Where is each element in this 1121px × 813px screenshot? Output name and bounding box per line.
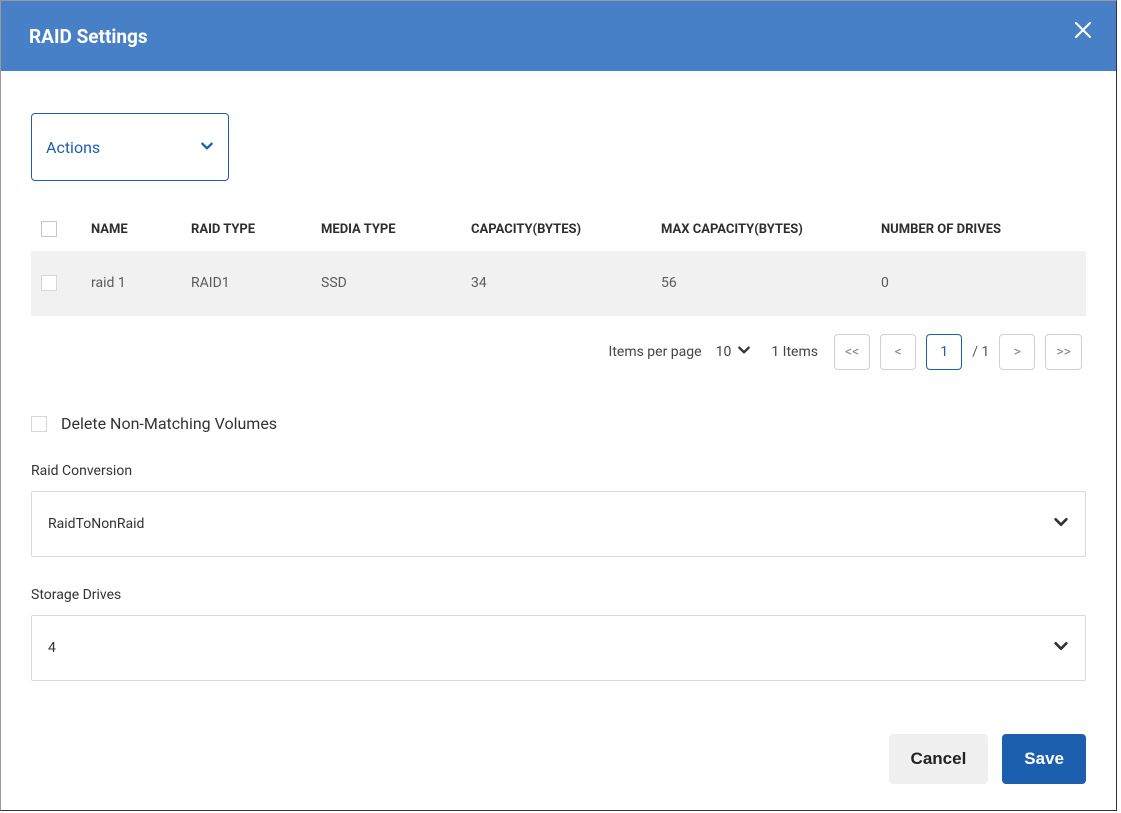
row-checkbox[interactable] [41,275,57,291]
cell-max-capacity: 56 [651,251,871,315]
options-section: Delete Non-Matching Volumes Raid Convers… [31,414,1086,681]
modal-title: RAID Settings [29,25,148,48]
col-max-capacity: MAX CAPACITY(BYTES) [651,207,871,251]
raid-conversion-label: Raid Conversion [31,463,1086,479]
pagination: Items per page 10 1 Items << < 1 / 1 > >… [31,315,1086,370]
page-total: / 1 [972,344,989,360]
col-num-drives: NUMBER OF DRIVES [871,207,1086,251]
delete-non-matching-label: Delete Non-Matching Volumes [61,414,277,433]
raid-conversion-select[interactable]: RaidToNonRaid [31,491,1086,557]
delete-non-matching-checkbox[interactable] [31,416,47,432]
page-next-button[interactable]: > [999,334,1035,370]
col-name: NAME [81,207,181,251]
chevron-down-icon [1053,638,1069,658]
items-per-page-label: Items per page [609,344,702,360]
raid-settings-modal: RAID Settings Actions NA [0,0,1117,811]
select-all-checkbox[interactable] [41,221,57,237]
items-count: 1 Items [771,344,818,360]
cell-capacity: 34 [461,251,651,315]
modal-footer: Cancel Save [889,734,1086,784]
page-current-input[interactable]: 1 [926,334,962,370]
storage-drives-label: Storage Drives [31,587,1086,603]
raid-conversion-value: RaidToNonRaid [48,516,144,532]
storage-drives-select[interactable]: 4 [31,615,1086,681]
items-per-page-select[interactable]: 10 [716,343,752,361]
storage-drives-value: 4 [48,640,56,656]
raid-table: NAME RAID TYPE MEDIA TYPE CAPACITY(BYTES… [31,207,1086,315]
cell-name: raid 1 [81,251,181,315]
page-last-button[interactable]: >> [1045,334,1082,370]
cell-num-drives: 0 [871,251,1086,315]
actions-dropdown[interactable]: Actions [31,113,229,181]
delete-non-matching-row: Delete Non-Matching Volumes [31,414,1086,433]
cancel-button[interactable]: Cancel [889,734,989,784]
chevron-down-icon [1053,514,1069,534]
modal-content: Actions NAME RAID TYPE MEDIA TYPE CAPACI… [1,71,1116,681]
chevron-down-icon [737,343,751,361]
modal-header: RAID Settings [1,1,1116,71]
page-prev-button[interactable]: < [880,334,916,370]
close-icon[interactable] [1074,21,1092,39]
page-first-button[interactable]: << [834,334,870,370]
items-per-page-value: 10 [716,344,732,360]
chevron-down-icon [200,138,214,157]
col-media-type: MEDIA TYPE [311,207,461,251]
col-raid-type: RAID TYPE [181,207,311,251]
col-capacity: CAPACITY(BYTES) [461,207,651,251]
cell-raid-type: RAID1 [181,251,311,315]
cell-media-type: SSD [311,251,461,315]
save-button[interactable]: Save [1002,734,1086,784]
actions-label: Actions [46,138,100,157]
table-row: raid 1 RAID1 SSD 34 56 0 [31,251,1086,315]
